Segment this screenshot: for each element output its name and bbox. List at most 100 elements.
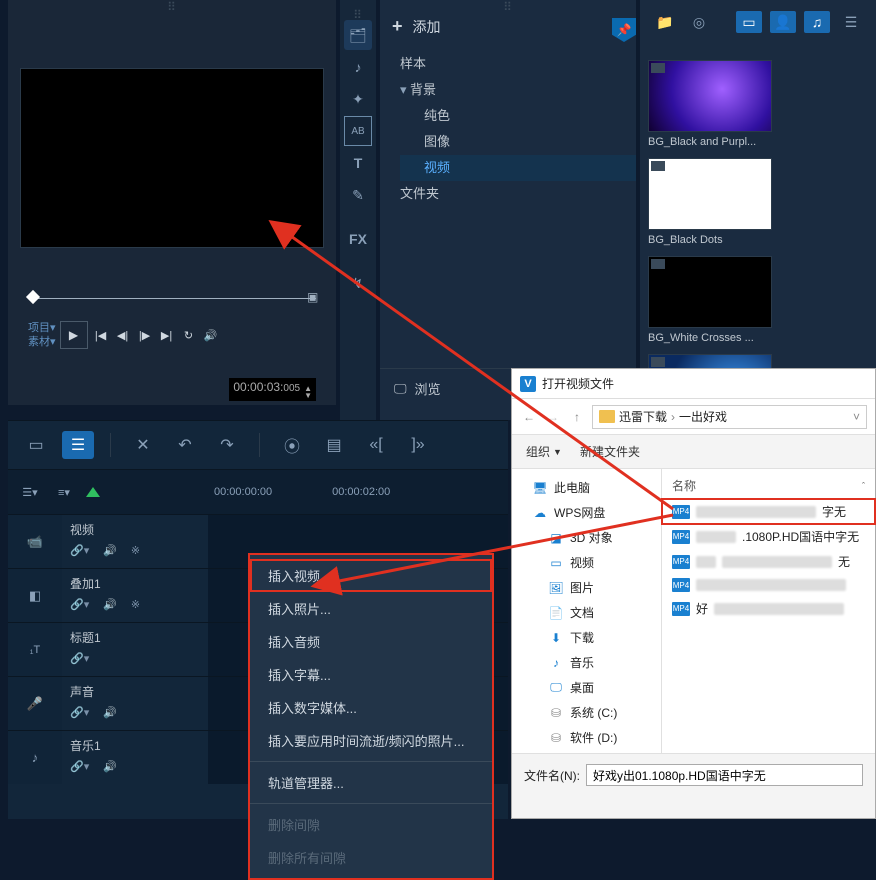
preview-viewport[interactable] [20,68,324,248]
track-height-icon[interactable]: ≡▾ [52,482,76,502]
undo-icon[interactable]: ↶ [169,431,201,459]
timeline-view-icon[interactable]: ☰ [62,431,94,459]
drag-handle[interactable]: ⠿ [8,0,336,8]
mute-icon[interactable]: 🔊 [103,706,117,719]
ctx-insert-audio[interactable]: 插入音频 [250,625,492,658]
filename-input[interactable] [586,764,863,786]
video-track-icon[interactable]: 📹 [8,515,62,568]
link-icon[interactable]: 🔗▾ [70,598,89,611]
graphics-tab-icon[interactable]: ✎ [344,180,372,210]
organize-button[interactable]: 组织▼ [526,443,562,460]
ctx-insert-timelapse[interactable]: 插入要应用时间流逝/频闪的照片... [250,724,492,757]
import-folder-icon[interactable]: 📁 [652,11,678,33]
music-track-icon[interactable]: ♪ [8,731,62,784]
mixer-icon[interactable]: ▤ [318,431,350,459]
playhead-marker[interactable] [26,290,40,304]
fx-tab-icon[interactable]: FX [344,224,372,254]
title-tab-icon[interactable]: AB [344,116,372,146]
address-bar[interactable]: 迅雷下载 › 一出好戏 ˅ [592,405,867,429]
nav-up-icon[interactable]: ↑ [568,408,586,426]
timecode-display[interactable]: 00:00:03:005 ▲▼ [229,378,316,401]
tree-item-solid[interactable]: 纯色 [424,103,636,129]
file-row[interactable]: MP4 [662,574,875,596]
file-row[interactable]: MP4 .1080P.HD国语中字无 [662,524,875,549]
ctx-insert-photo[interactable]: 插入照片... [250,592,492,625]
track-options-icon[interactable]: ☰▾ [18,482,42,502]
plus-icon[interactable]: + [392,16,403,37]
text-tab-icon[interactable]: T [344,148,372,178]
overlay-track-icon[interactable]: ◧ [8,569,62,622]
side-this-pc[interactable]: 🖥此电脑 [512,475,661,500]
side-wps[interactable]: ☁WPS网盘 [512,500,661,525]
tree-item-video[interactable]: 视频 [400,155,636,181]
mute-icon[interactable]: 🔊 [103,544,117,557]
side-3dobjects[interactable]: ◪3D 对象 [512,525,661,550]
add-track-icon[interactable] [86,487,100,497]
drag-handle[interactable]: ⠿ [353,8,363,16]
column-name-header[interactable]: 名称ˆ [662,473,875,499]
filter-audio-icon[interactable]: ♫ [804,11,830,33]
capture-icon[interactable]: ◎ [686,11,712,33]
ctx-insert-subtitle[interactable]: 插入字幕... [250,658,492,691]
goto-start-button[interactable]: |◀ [92,326,110,344]
drag-handle[interactable]: ⠿ [380,0,636,8]
redo-icon[interactable]: ↷ [211,431,243,459]
filter-video-icon[interactable]: ▭ [736,11,762,33]
link-icon[interactable]: 🔗▾ [70,706,89,719]
time-ruler[interactable]: 00:00:00:00 00:00:02:00 [208,486,508,498]
tree-item-image[interactable]: 图像 [424,129,636,155]
ctx-insert-digital[interactable]: 插入数字媒体... [250,691,492,724]
transition-tab-icon[interactable]: ✦ [344,84,372,114]
nav-forward-icon[interactable]: → [544,408,562,426]
side-music[interactable]: ♪音乐 [512,650,661,675]
add-label[interactable]: 添加 [413,17,441,37]
new-folder-button[interactable]: 新建文件夹 [580,443,640,460]
file-row[interactable]: MP4 字无 [662,499,875,524]
mute-icon[interactable]: 🔊 [103,760,117,773]
side-pictures[interactable]: 🖼图片 [512,575,661,600]
step-forward-button[interactable]: |▶ [136,326,154,344]
filter-photo-icon[interactable]: 👤 [770,11,796,33]
marker-left-icon[interactable]: «[ [360,431,392,459]
path-tab-icon[interactable]: ↯ [344,268,372,298]
sound-track-icon[interactable]: 🎤 [8,677,62,730]
side-documents[interactable]: 📄文档 [512,600,661,625]
loop-button[interactable]: ↻ [180,326,198,344]
ctx-insert-video[interactable]: 插入视频... [250,559,492,592]
library-item[interactable]: BG_Black and Purpl... [648,60,772,148]
crop-icon[interactable]: ▣ [307,290,321,304]
side-desktop[interactable]: 🖵桌面 [512,675,661,700]
play-button[interactable]: ▶ [60,321,88,349]
tree-item-folder[interactable]: 文件夹 [400,181,636,207]
marker-right-icon[interactable]: ]» [402,431,434,459]
side-videos[interactable]: ▭视频 [512,550,661,575]
side-d-drive[interactable]: ⛁软件 (D:) [512,725,661,750]
media-tab-icon[interactable]: 🗂 [344,20,372,50]
side-downloads[interactable]: ⬇下载 [512,625,661,650]
file-row[interactable]: MP4 好 [662,596,875,621]
tools-icon[interactable]: ✕ [127,431,159,459]
link-icon[interactable]: 🔗▾ [70,544,89,557]
tree-item-sample[interactable]: 样本 [400,51,636,77]
file-row[interactable]: MP4 无 [662,549,875,574]
tree-item-background[interactable]: ▾背景 [400,77,636,103]
mute-icon[interactable]: 🔊 [103,598,117,611]
record-icon[interactable]: ⦿ [276,431,308,459]
fx-icon[interactable]: ※ [131,598,140,611]
link-icon[interactable]: 🔗▾ [70,652,89,665]
project-mode-label[interactable]: 项目▾ [28,321,56,335]
ctx-track-manager[interactable]: 轨道管理器... [250,766,492,799]
title-track-icon[interactable]: ₁T [8,623,62,676]
step-back-button[interactable]: ◀| [114,326,132,344]
audio-tab-icon[interactable]: ♪ [344,52,372,82]
library-item[interactable]: BG_White Crosses ... [648,256,772,344]
link-icon[interactable]: 🔗▾ [70,760,89,773]
fx-icon[interactable]: ※ [131,544,140,557]
side-c-drive[interactable]: ⛁系统 (C:) [512,700,661,725]
storyboard-view-icon[interactable]: ▭ [20,431,52,459]
volume-button[interactable]: 🔊 [202,326,220,344]
material-mode-label[interactable]: 素材▾ [28,335,56,349]
nav-back-icon[interactable]: ← [520,408,538,426]
library-item[interactable]: BG_Black Dots [648,158,772,246]
goto-end-button[interactable]: ▶| [158,326,176,344]
